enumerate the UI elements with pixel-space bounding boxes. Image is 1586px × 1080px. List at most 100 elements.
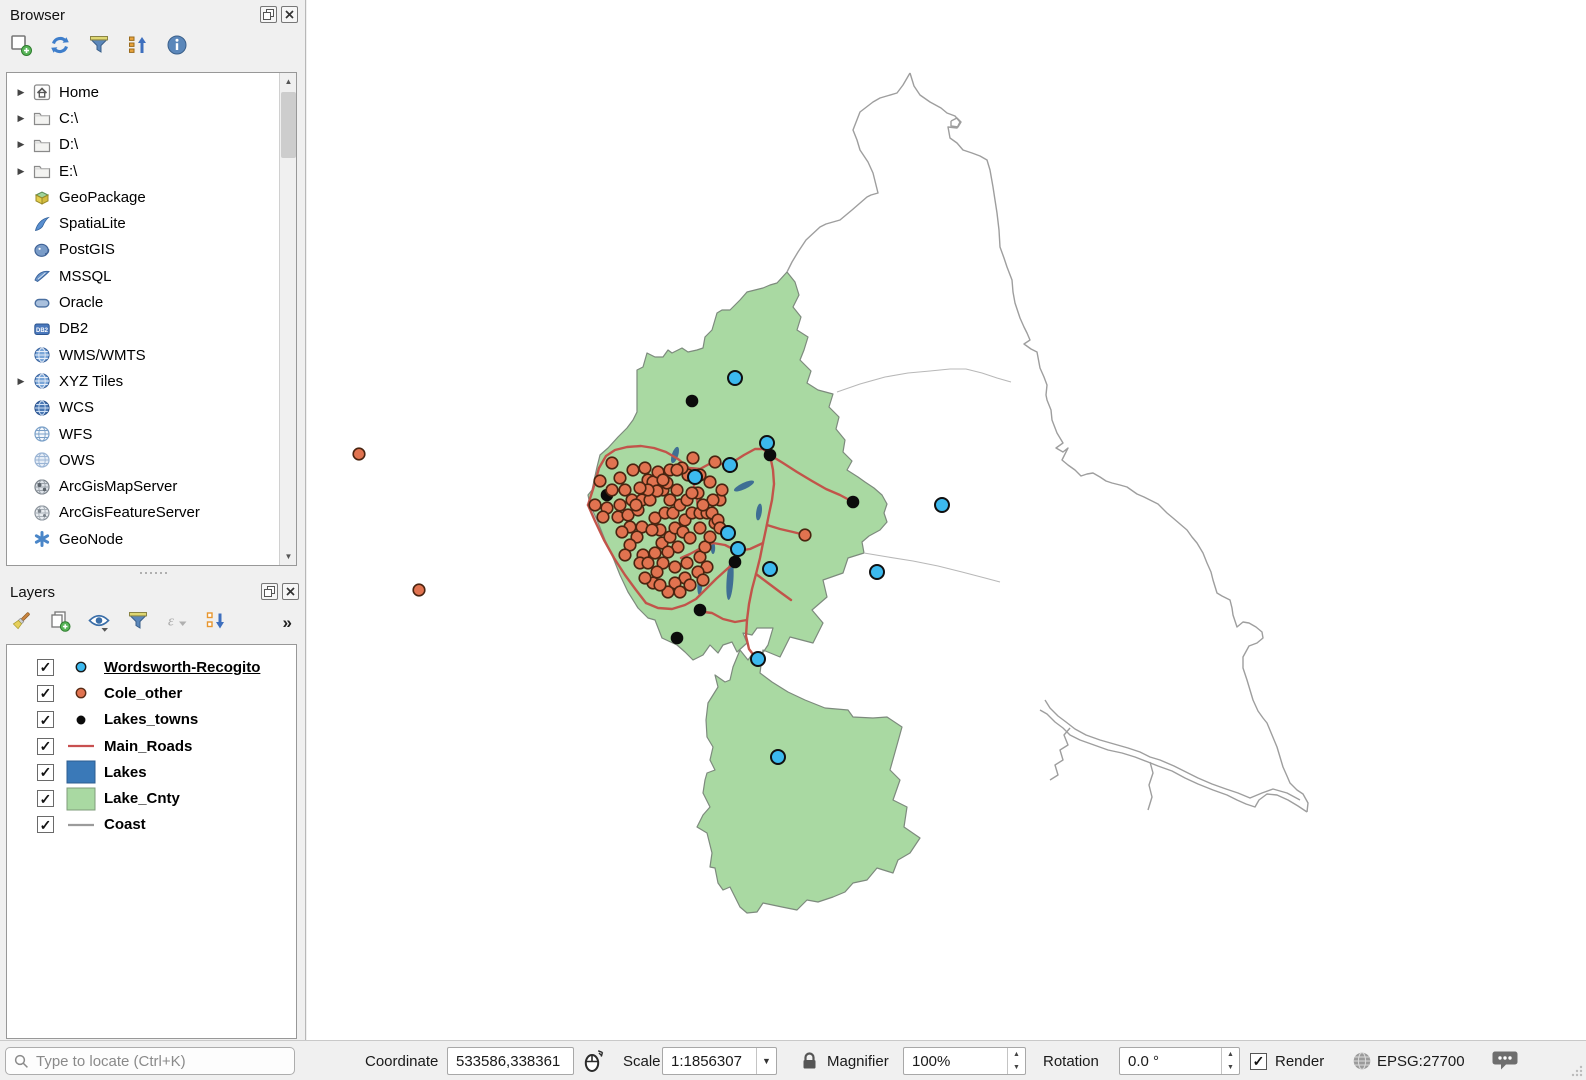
cole-other-point: [639, 462, 651, 474]
scale-lock-button[interactable]: [800, 1041, 819, 1080]
browser-item-postgis[interactable]: PostGIS: [11, 237, 296, 263]
layers-toolbar-overflow-button[interactable]: »: [283, 613, 292, 633]
chevron-down-icon[interactable]: ▼: [756, 1048, 776, 1074]
coast-line: [787, 73, 910, 272]
panel-splitter[interactable]: [0, 569, 306, 577]
browser-item-home[interactable]: ▶Home: [11, 79, 296, 105]
browser-item-wfs[interactable]: WFS: [11, 421, 296, 447]
layer-label: Lakes: [104, 764, 147, 781]
layers-add-group-button[interactable]: [47, 610, 73, 636]
layer-item-lakes-towns[interactable]: ✓Lakes_towns: [9, 707, 296, 733]
layer-item-wordsworth-recogito[interactable]: ✓ Wordsworth-Recogito: [9, 654, 296, 680]
layers-filter-legend-button[interactable]: [125, 610, 151, 636]
layers-close-button[interactable]: [282, 583, 299, 600]
layer-label: Wordsworth-Recogito: [104, 659, 260, 676]
scroll-thumb[interactable]: [281, 92, 296, 158]
browser-item-d[interactable]: ▶D:\: [11, 132, 296, 158]
scroll-up-icon[interactable]: ▲: [280, 73, 297, 90]
layer-item-lake-cnty[interactable]: ✓Lake_Cnty: [9, 785, 296, 811]
browser-scrollbar[interactable]: ▲ ▼: [279, 73, 296, 565]
layer-checkbox[interactable]: ✓: [37, 816, 54, 833]
expand-arrow-icon[interactable]: ▶: [11, 87, 31, 98]
browser-item-oracle[interactable]: Oracle: [11, 289, 296, 315]
browser-item-db2[interactable]: DB2DB2: [11, 316, 296, 342]
layer-checkbox[interactable]: ✓: [37, 685, 54, 702]
browser-item-spatialite[interactable]: SpatiaLite: [11, 210, 296, 236]
spin-up-icon[interactable]: ▲: [1222, 1048, 1239, 1061]
layer-item-cole-other[interactable]: ✓Cole_other: [9, 680, 296, 706]
browser-item-xyz-tiles[interactable]: ▶XYZ Tiles: [11, 368, 296, 394]
render-checkbox[interactable]: ✓: [1250, 1053, 1267, 1070]
layer-item-lakes[interactable]: ✓ Lakes: [9, 759, 296, 785]
browser-filter-browser-button[interactable]: [86, 34, 112, 60]
rotation-spinbox[interactable]: 0.0 ° ▲▼: [1119, 1047, 1240, 1075]
browser-item-ows[interactable]: OWS: [11, 447, 296, 473]
messages-button[interactable]: [1492, 1041, 1518, 1080]
resize-grip[interactable]: [1571, 1065, 1583, 1077]
spin-up-icon[interactable]: ▲: [1008, 1048, 1025, 1061]
browser-item-arcgismapserver[interactable]: ArcGisMapServer: [11, 473, 296, 499]
layer-checkbox[interactable]: ✓: [37, 711, 54, 728]
db2-icon: DB2: [31, 320, 53, 338]
crs-value: EPSG:27700: [1377, 1041, 1465, 1080]
browser-item-label: WFS: [59, 426, 92, 443]
layer-checkbox[interactable]: ✓: [37, 764, 54, 781]
layer-checkbox[interactable]: ✓: [37, 659, 54, 676]
layers-expand-collapse-button[interactable]: [203, 610, 229, 636]
locate-box[interactable]: [5, 1047, 295, 1075]
lakes-town-point: [671, 632, 684, 645]
browser-item-wcs[interactable]: WCS: [11, 395, 296, 421]
wordsworth-point: [870, 565, 884, 579]
expand-arrow-icon[interactable]: ▶: [11, 139, 31, 150]
layer-symbol-line: [66, 820, 96, 830]
cole-other-point: [614, 499, 626, 511]
browser-properties-button[interactable]: [164, 34, 190, 60]
wordsworth-point: [771, 750, 785, 764]
spin-down-icon[interactable]: ▼: [1222, 1061, 1239, 1074]
browser-item-c[interactable]: ▶C:\: [11, 105, 296, 131]
scroll-down-icon[interactable]: ▼: [280, 548, 297, 565]
cole-other-point: [694, 522, 706, 534]
expand-arrow-icon[interactable]: ▶: [11, 113, 31, 124]
browser-close-button[interactable]: [281, 6, 298, 23]
browser-add-layer-button[interactable]: [8, 34, 34, 60]
coast-line: [910, 73, 1308, 812]
layers-float-button[interactable]: [261, 583, 278, 600]
browser-item-e[interactable]: ▶E:\: [11, 158, 296, 184]
layer-checkbox[interactable]: ✓: [37, 790, 54, 807]
scale-combobox[interactable]: 1:1856307 ▼: [662, 1047, 777, 1075]
magnifier-spinbox[interactable]: 100% ▲▼: [903, 1047, 1026, 1075]
extents-toggle-button[interactable]: [582, 1041, 606, 1080]
browser-collapse-all-button[interactable]: [125, 34, 151, 60]
cole-other-point: [704, 476, 716, 488]
layer-item-main-roads[interactable]: ✓Main_Roads: [9, 733, 296, 759]
chat-icon: [1492, 1050, 1518, 1072]
cole-other-point: [616, 526, 628, 538]
map-canvas[interactable]: [307, 0, 1586, 1040]
layer-item-coast[interactable]: ✓Coast: [9, 812, 296, 838]
layer-symbol-circle-small: [66, 712, 96, 728]
browser-item-arcgisfeatureserver[interactable]: ArcGisFeatureServer: [11, 500, 296, 526]
browser-item-geopackage[interactable]: GeoPackage: [11, 184, 296, 210]
layer-checkbox[interactable]: ✓: [37, 738, 54, 755]
layers-layer-styling-button[interactable]: [8, 610, 34, 636]
browser-item-wms-wmts[interactable]: WMS/WMTS: [11, 342, 296, 368]
crs-button[interactable]: [1352, 1041, 1372, 1080]
browser-float-button[interactable]: [260, 6, 277, 23]
coordinate-input[interactable]: 533586,338361: [447, 1047, 574, 1075]
cole-other-point: [627, 464, 639, 476]
globe-wfs-icon: [31, 425, 53, 443]
locate-input[interactable]: [36, 1053, 266, 1070]
cole-other-point: [413, 584, 425, 596]
expand-arrow-icon[interactable]: ▶: [11, 166, 31, 177]
browser-refresh-button[interactable]: [47, 34, 73, 60]
browser-item-geonode[interactable]: GeoNode: [11, 526, 296, 552]
globe-arcgis2-icon: [31, 504, 53, 522]
browser-item-mssql[interactable]: MSSQL: [11, 263, 296, 289]
expand-arrow-icon[interactable]: ▶: [11, 376, 31, 387]
spin-down-icon[interactable]: ▼: [1008, 1061, 1025, 1074]
layers-filter-expression-button[interactable]: ε: [164, 610, 190, 636]
close-icon: [284, 9, 295, 20]
browser-item-label: SpatiaLite: [59, 215, 126, 232]
layers-map-themes-button[interactable]: [86, 610, 112, 636]
